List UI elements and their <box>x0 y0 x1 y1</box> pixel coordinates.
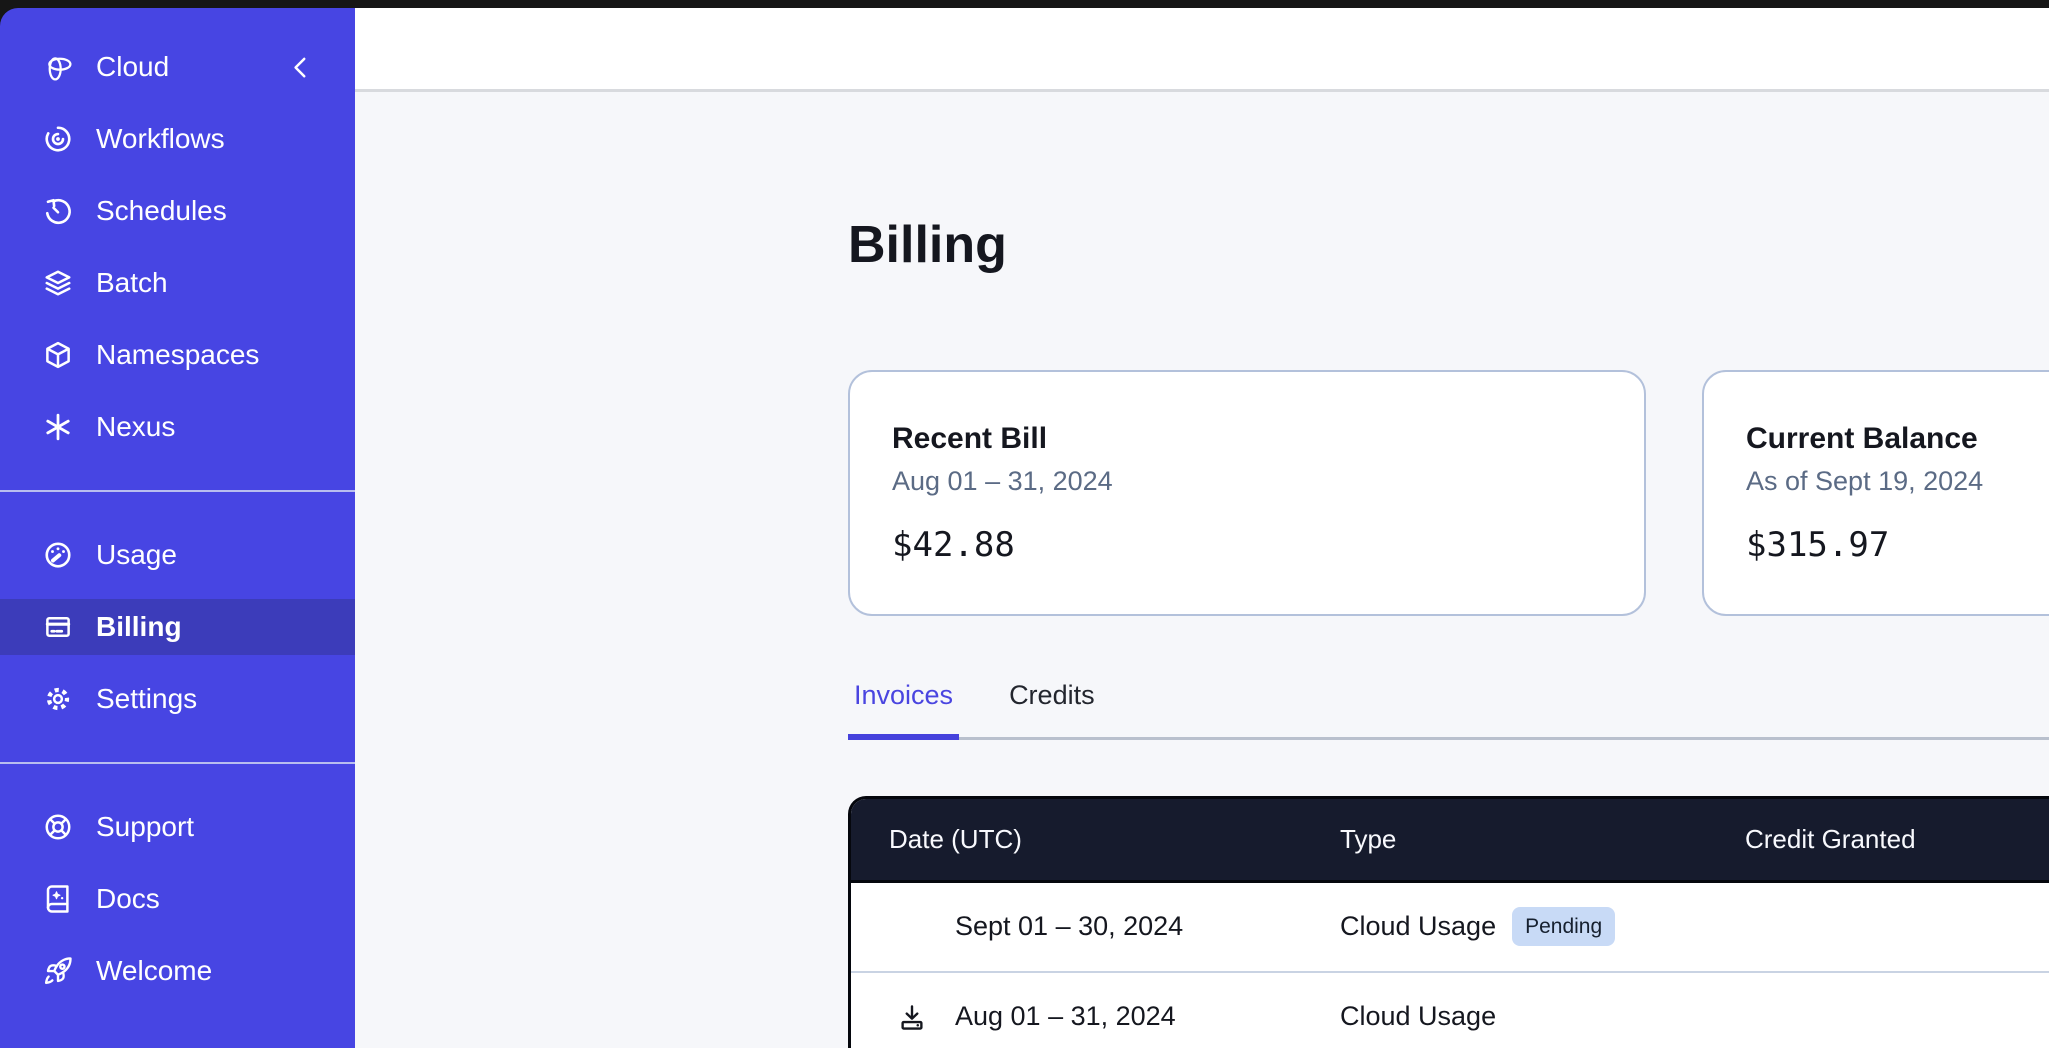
current-balance-amount: $315.97 <box>1746 525 2049 565</box>
status-badge-pending: Pending <box>1512 907 1615 946</box>
card-title: Recent Bill <box>892 422 1644 456</box>
sidebar-item-schedules[interactable]: Schedules <box>0 183 355 239</box>
date-cell: Aug 01 – 31, 2024 <box>851 1001 1340 1032</box>
column-header-date: Date (UTC) <box>851 824 1340 855</box>
invoices-table: Date (UTC) Type Credit Granted Sept 01 –… <box>848 796 2049 1048</box>
sidebar-item-nexus[interactable]: Nexus <box>0 399 355 455</box>
sidebar-divider <box>0 762 355 764</box>
usage-gauge-icon <box>42 539 74 571</box>
sidebar-item-label: Workflows <box>96 123 225 155</box>
welcome-rocket-icon <box>42 955 74 987</box>
sidebar-item-label: Nexus <box>96 411 175 443</box>
namespaces-cube-icon <box>42 339 74 371</box>
workflows-icon <box>42 123 74 155</box>
sidebar-item-label: Settings <box>96 683 197 715</box>
page-title: Billing <box>848 216 2049 276</box>
settings-gear-icon <box>42 683 74 715</box>
date-cell: Sept 01 – 30, 2024 <box>851 911 1340 942</box>
summary-cards: Recent Bill Aug 01 – 31, 2024 $42.88 Cur… <box>848 370 2049 616</box>
app-window: Cloud Workflows <box>0 8 2049 1048</box>
sidebar-item-welcome[interactable]: Welcome <box>0 943 355 999</box>
sidebar-item-label: Usage <box>96 539 177 571</box>
sidebar-divider <box>0 490 355 492</box>
sidebar-item-label: Support <box>96 811 194 843</box>
table-body: Sept 01 – 30, 2024 Cloud Usage Pending <box>851 883 2049 1048</box>
column-header-credit-granted: Credit Granted <box>1745 824 2049 855</box>
invoice-type: Cloud Usage <box>1340 1001 1496 1032</box>
type-cell: Cloud Usage Pending <box>1340 907 1745 946</box>
sidebar-item-label: Billing <box>96 611 182 643</box>
billing-tabs: Invoices Credits <box>848 680 2049 740</box>
sidebar-brand-cloud[interactable]: Cloud <box>0 39 355 95</box>
batch-layers-icon <box>42 267 74 299</box>
current-balance-card: Current Balance As of Sept 19, 2024 $315… <box>1702 370 2049 616</box>
sidebar-item-label: Namespaces <box>96 339 259 371</box>
recent-bill-card: Recent Bill Aug 01 – 31, 2024 $42.88 <box>848 370 1646 616</box>
sidebar-item-usage[interactable]: Usage <box>0 527 355 583</box>
type-cell: Cloud Usage <box>1340 1001 1745 1032</box>
table-header-row: Date (UTC) Type Credit Granted <box>851 799 2049 883</box>
nexus-asterisk-icon <box>42 411 74 443</box>
temporal-logo-icon <box>42 51 74 83</box>
sidebar: Cloud Workflows <box>0 8 355 1048</box>
invoice-type: Cloud Usage <box>1340 911 1496 942</box>
support-lifebuoy-icon <box>42 811 74 843</box>
sidebar-item-billing[interactable]: Billing <box>0 599 355 655</box>
column-header-type: Type <box>1340 824 1745 855</box>
billing-page: Billing Recent Bill Aug 01 – 31, 2024 $4… <box>355 92 2049 1048</box>
recent-bill-amount: $42.88 <box>892 525 1644 565</box>
sidebar-item-docs[interactable]: Docs <box>0 871 355 927</box>
sidebar-item-label: Docs <box>96 883 160 915</box>
download-icon <box>897 1002 927 1032</box>
card-subtitle: Aug 01 – 31, 2024 <box>892 466 1644 497</box>
schedules-icon <box>42 195 74 227</box>
sidebar-item-namespaces[interactable]: Namespaces <box>0 327 355 383</box>
chevron-left-icon <box>288 54 314 80</box>
invoice-date: Sept 01 – 30, 2024 <box>955 911 1183 942</box>
invoice-date: Aug 01 – 31, 2024 <box>955 1001 1176 1032</box>
sidebar-item-workflows[interactable]: Workflows <box>0 111 355 167</box>
table-row: Sept 01 – 30, 2024 Cloud Usage Pending <box>851 883 2049 973</box>
sidebar-brand-label: Cloud <box>96 51 169 83</box>
tab-credits[interactable]: Credits <box>1003 680 1101 740</box>
sidebar-item-support[interactable]: Support <box>0 799 355 855</box>
collapse-sidebar-button[interactable] <box>287 53 315 81</box>
download-invoice-button[interactable] <box>897 1002 927 1032</box>
sidebar-item-settings[interactable]: Settings <box>0 671 355 727</box>
tab-invoices[interactable]: Invoices <box>848 680 959 740</box>
top-bar <box>355 8 2049 92</box>
main-area: Billing Recent Bill Aug 01 – 31, 2024 $4… <box>355 8 2049 1048</box>
sidebar-item-label: Batch <box>96 267 168 299</box>
billing-card-icon <box>42 611 74 643</box>
sidebar-item-label: Schedules <box>96 195 227 227</box>
card-subtitle: As of Sept 19, 2024 <box>1746 466 2049 497</box>
table-row: Aug 01 – 31, 2024 Cloud Usage <box>851 973 2049 1048</box>
sidebar-item-batch[interactable]: Batch <box>0 255 355 311</box>
sidebar-item-label: Welcome <box>96 955 212 987</box>
docs-book-icon <box>42 883 74 915</box>
card-title: Current Balance <box>1746 422 2049 456</box>
